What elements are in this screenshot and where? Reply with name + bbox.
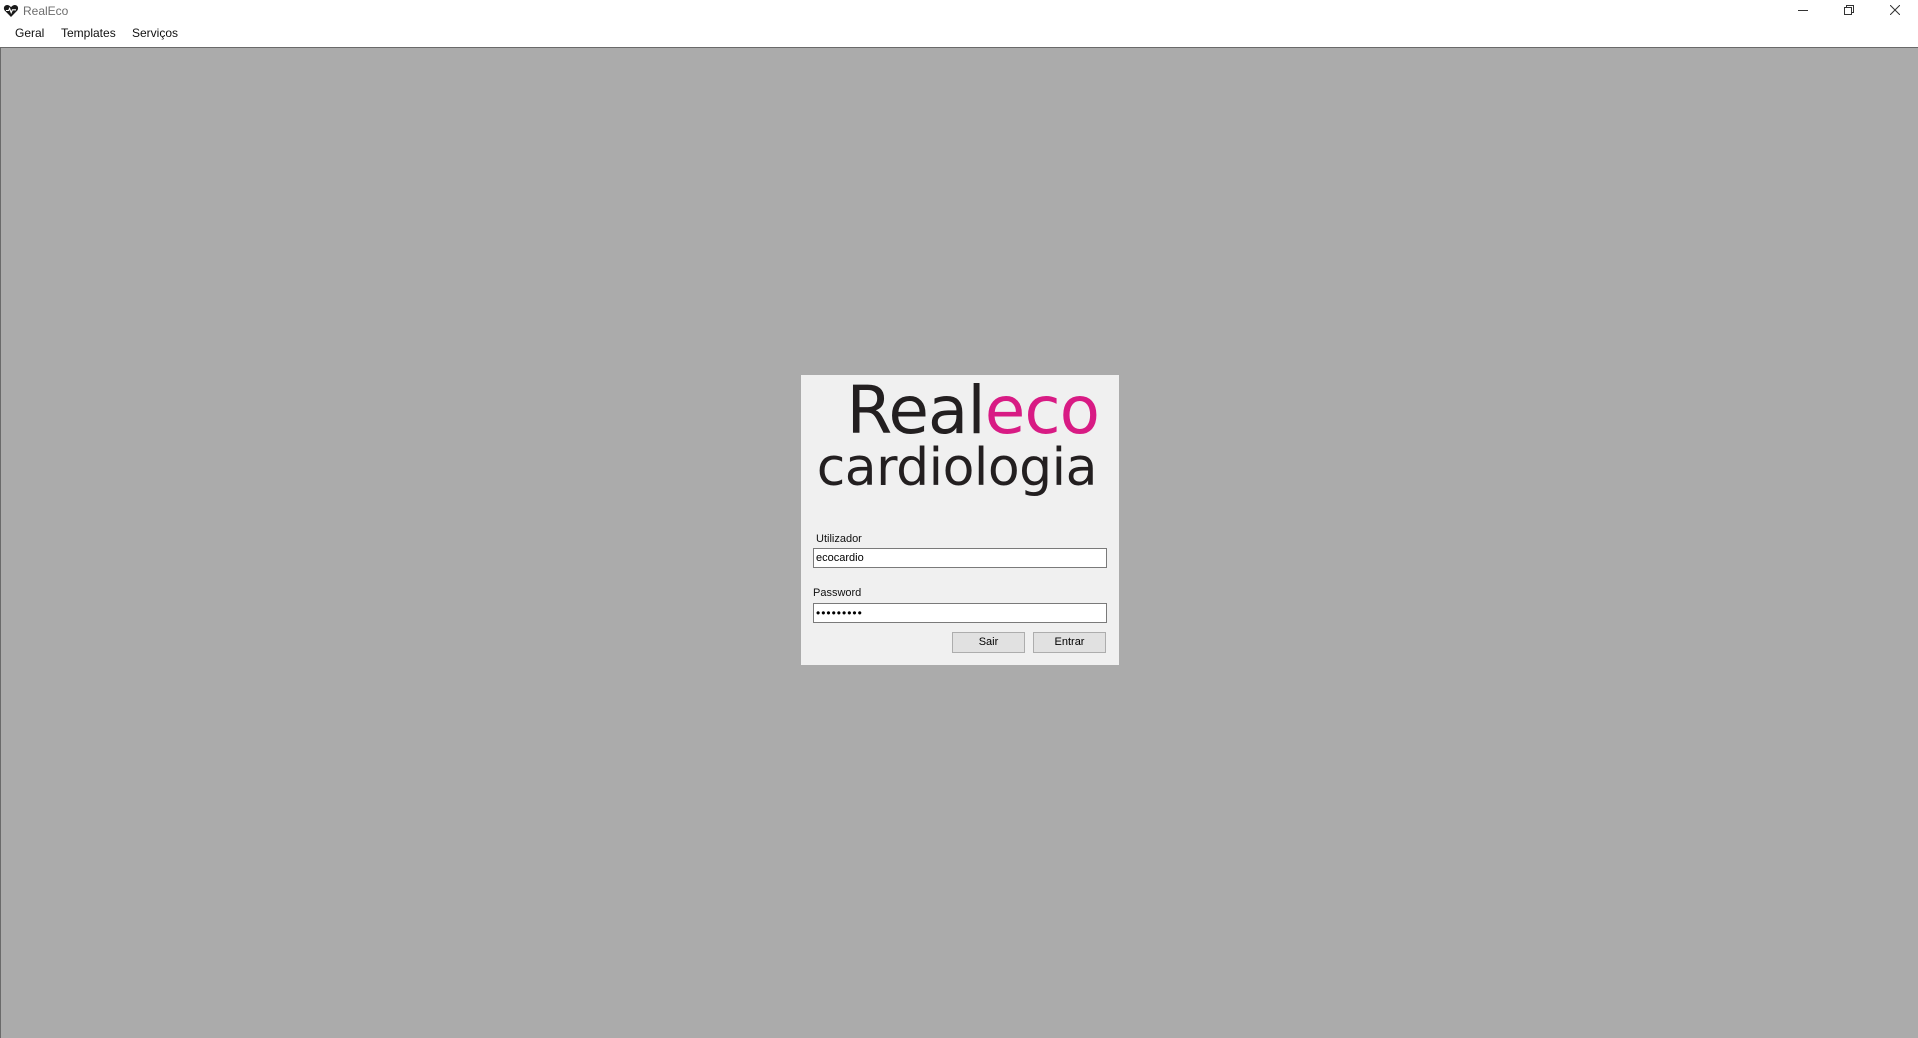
menu-geral[interactable]: Geral: [12, 26, 47, 41]
close-icon: [1889, 2, 1901, 20]
window-title: RealEco: [23, 4, 69, 18]
login-panel: Realeco cardiologia Utilizador Password …: [801, 373, 1119, 665]
username-input[interactable]: [813, 548, 1107, 568]
restore-icon: [1844, 2, 1854, 20]
close-button[interactable]: [1872, 0, 1918, 22]
restore-button[interactable]: [1826, 0, 1872, 22]
password-label: Password: [813, 587, 862, 599]
menu-templates[interactable]: Templates: [58, 26, 119, 41]
menu-bar: Geral Templates Serviços: [0, 22, 1918, 46]
minimize-icon: [1798, 2, 1808, 20]
title-bar: RealEco: [0, 0, 1918, 22]
login-button[interactable]: Entrar: [1033, 632, 1106, 653]
password-input[interactable]: [813, 603, 1107, 623]
username-label: Utilizador: [816, 533, 862, 545]
exit-button[interactable]: Sair: [952, 632, 1025, 653]
logo-subtitle: cardiologia: [816, 438, 1098, 498]
minimize-button[interactable]: [1780, 0, 1826, 22]
realeco-logo: Realeco cardiologia: [801, 373, 1119, 510]
menu-servicos[interactable]: Serviços: [129, 26, 181, 41]
heart-icon: [3, 3, 19, 19]
app-window: RealEco Geral Templates Serviços Realeco…: [0, 0, 1918, 1038]
